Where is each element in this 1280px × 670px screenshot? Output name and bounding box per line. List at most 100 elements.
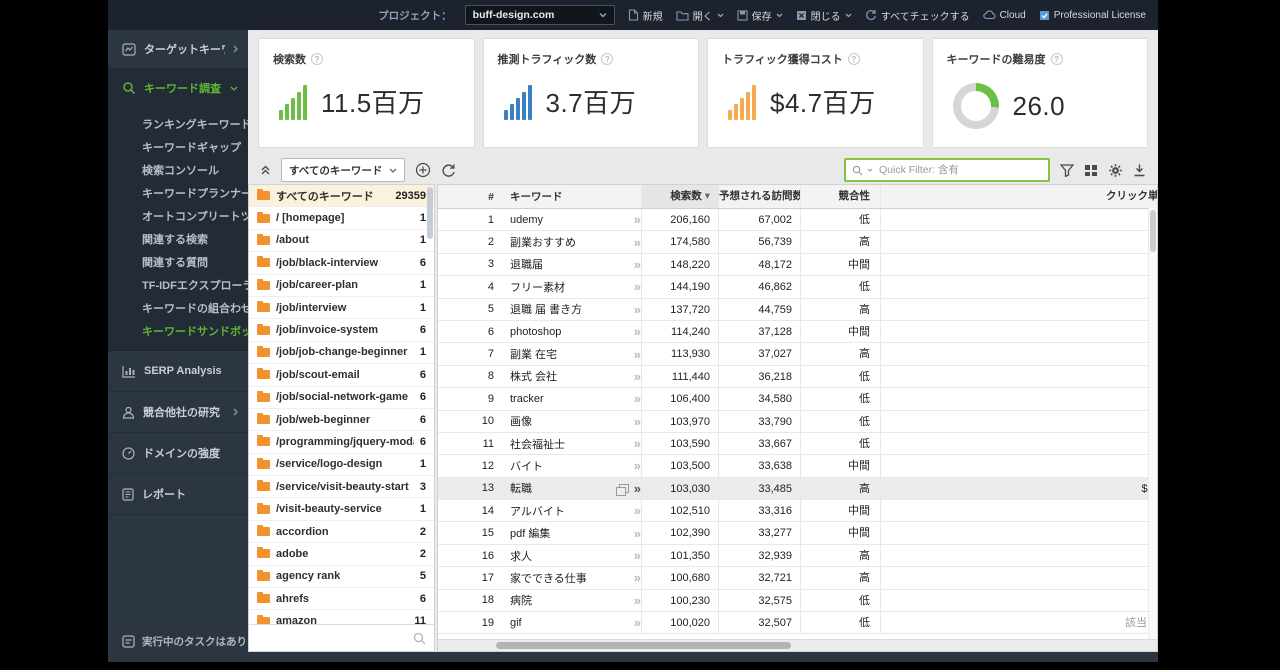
keyword-group-row[interactable]: /job/invoice-system 6: [249, 319, 434, 342]
expand-keyword-icon[interactable]: »: [634, 258, 641, 271]
keyword-group-row[interactable]: /job/career-plan 1: [249, 275, 434, 297]
expand-keyword-icon[interactable]: »: [634, 482, 641, 495]
groups-scrollbar-thumb[interactable]: [427, 187, 433, 239]
keyword-group-row[interactable]: / [homepage] 1: [249, 207, 434, 230]
expand-keyword-icon[interactable]: »: [634, 594, 641, 607]
table-row[interactable]: 5 退職 届 書き方 » 137,720 44,759 高: [438, 298, 1157, 321]
table-row[interactable]: 7 副業 在宅 » 113,930 37,027 高: [438, 343, 1157, 366]
chevron-down-icon[interactable]: [717, 13, 724, 18]
column-header-cpc[interactable]: クリック単価: [880, 185, 1157, 208]
expand-keyword-icon[interactable]: »: [634, 437, 641, 450]
expand-keyword-icon[interactable]: »: [634, 527, 641, 540]
table-row[interactable]: 19 gif » 100,020 32,507 低 該当: [438, 612, 1157, 635]
copy-icon[interactable]: [615, 483, 629, 496]
table-row[interactable]: 18 病院 » 100,230 32,575 低 $2: [438, 589, 1157, 613]
keyword-group-row[interactable]: amazon 11: [249, 610, 434, 624]
sidebar-subitem[interactable]: キーワードサンドボックス: [108, 319, 248, 342]
table-row[interactable]: 17 家でできる仕事 » 100,680 32,721 高: [438, 567, 1157, 590]
sidebar-subitem[interactable]: キーワードプランナー: [108, 181, 248, 204]
column-header-num[interactable]: #: [438, 191, 506, 203]
keyword-group-row[interactable]: /programming/jquery-modal 6: [249, 431, 434, 454]
keyword-group-row[interactable]: adobe 2: [249, 543, 434, 566]
table-row[interactable]: 11 社会福祉士 » 103,590 33,667 低: [438, 432, 1157, 456]
keyword-group-row[interactable]: /job/scout-email 6: [249, 364, 434, 387]
keyword-group-row[interactable]: /job/black-interview 6: [249, 252, 434, 275]
settings-gear-icon[interactable]: [1108, 163, 1123, 178]
sidebar-subitem[interactable]: キーワードの組合わせ: [108, 296, 248, 319]
quick-filter-box[interactable]: [844, 158, 1050, 182]
sidebar-item-target-keywords[interactable]: ターゲットキーワード: [108, 30, 248, 69]
horizontal-scrollbar[interactable]: [438, 639, 1157, 651]
help-icon[interactable]: ?: [601, 53, 614, 65]
expand-keyword-icon[interactable]: »: [634, 348, 641, 361]
table-row[interactable]: 4 フリー素材 » 144,190 46,862 低: [438, 276, 1157, 299]
table-row[interactable]: 8 株式 会社 » 111,440 36,218 低: [438, 365, 1157, 389]
sidebar-subitem[interactable]: 関連する検索: [108, 227, 248, 250]
expand-keyword-icon[interactable]: »: [634, 236, 641, 249]
project-select[interactable]: buff-design.com: [464, 5, 615, 25]
sidebar-subitem[interactable]: キーワードギャップ: [108, 135, 248, 158]
keyword-group-row[interactable]: /service/visit-beauty-start 3: [249, 476, 434, 499]
sidebar-subitem[interactable]: オートコンプリートツール: [108, 204, 248, 227]
column-header-volume[interactable]: 検索数 ▾: [641, 185, 718, 208]
keyword-group-row[interactable]: ahrefs 6: [249, 588, 434, 611]
expand-keyword-icon[interactable]: »: [634, 549, 641, 562]
table-row[interactable]: 13 転職 » 103,030 33,485 高 $2: [438, 477, 1157, 501]
table-row[interactable]: 3 退職届 » 148,220 48,172 中間 $: [438, 253, 1157, 277]
expand-keyword-icon[interactable]: »: [634, 571, 641, 584]
sidebar-item-keyword-research[interactable]: キーワード調査: [108, 69, 248, 108]
sidebar-item-competitors[interactable]: 競合他社の研究: [108, 392, 248, 433]
expand-keyword-icon[interactable]: »: [634, 325, 641, 338]
sidebar-item-serp-analysis[interactable]: SERP Analysis: [108, 351, 248, 392]
sidebar-item-domain-strength[interactable]: ドメインの強度: [108, 433, 248, 474]
add-keywords-button[interactable]: [415, 162, 431, 178]
quick-filter-input[interactable]: [877, 163, 1042, 177]
keyword-group-row[interactable]: /service/logo-design 1: [249, 454, 434, 477]
chevron-down-icon[interactable]: [776, 13, 783, 18]
column-header-competition[interactable]: 競合性: [800, 185, 880, 208]
keyword-group-row[interactable]: agency rank 5: [249, 566, 434, 589]
expand-keyword-icon[interactable]: »: [634, 392, 641, 405]
column-header-keyword[interactable]: キーワード: [506, 189, 641, 204]
expand-keyword-icon[interactable]: »: [634, 415, 641, 428]
columns-layout-icon[interactable]: [1084, 164, 1098, 177]
refresh-button[interactable]: [441, 163, 456, 178]
expand-keyword-icon[interactable]: »: [634, 616, 641, 629]
sidebar-subitem[interactable]: TF-IDFエクスプローラー: [108, 273, 248, 296]
download-icon[interactable]: [1133, 163, 1146, 177]
cloud-button[interactable]: Cloud: [982, 10, 1026, 21]
keyword-group-row[interactable]: accordion 2: [249, 521, 434, 544]
help-icon[interactable]: ?: [1050, 53, 1063, 65]
sidebar-subitem[interactable]: 関連する質問: [108, 250, 248, 273]
table-row[interactable]: 14 アルバイト » 102,510 33,316 中間: [438, 500, 1157, 523]
group-search-box[interactable]: [249, 624, 434, 651]
table-row[interactable]: 16 求人 » 101,350 32,939 高 $6: [438, 544, 1157, 568]
expand-keyword-icon[interactable]: »: [634, 280, 641, 293]
keyword-group-row[interactable]: /visit-beauty-service 1: [249, 498, 434, 521]
help-icon[interactable]: ?: [311, 53, 323, 65]
table-row[interactable]: 12 バイト » 103,500 33,638 中間: [438, 455, 1157, 478]
keyword-group-row[interactable]: /job/web-beginner 6: [249, 409, 434, 432]
sidebar-subitem[interactable]: 検索コンソール: [108, 158, 248, 181]
save-project-button[interactable]: 保存: [737, 8, 783, 23]
close-project-button[interactable]: 閉じる: [796, 8, 852, 23]
table-row[interactable]: 15 pdf 編集 » 102,390 33,277 中間: [438, 522, 1157, 545]
table-row[interactable]: 10 画像 » 103,970 33,790 低 $4: [438, 410, 1157, 433]
table-row[interactable]: 6 photoshop » 114,240 37,128 中間: [438, 320, 1157, 344]
vertical-scrollbar-thumb[interactable]: [1150, 210, 1156, 252]
horizontal-scrollbar-thumb[interactable]: [496, 642, 791, 649]
chevron-down-icon[interactable]: [845, 13, 852, 18]
sidebar-subitem[interactable]: ランキングキーワード: [108, 112, 248, 135]
expand-keyword-icon[interactable]: »: [634, 459, 641, 472]
new-project-button[interactable]: 新規: [628, 8, 663, 23]
keyword-group-row[interactable]: /job/interview 1: [249, 297, 434, 320]
collapse-panel-icon[interactable]: [260, 164, 271, 176]
keyword-group-row[interactable]: すべてのキーワード 29359: [249, 185, 434, 208]
open-project-button[interactable]: 開く: [676, 8, 724, 23]
chevron-down-icon[interactable]: [867, 168, 873, 172]
license-button[interactable]: Professional License: [1039, 10, 1146, 21]
column-header-visits[interactable]: 予想される訪問数: [718, 185, 800, 208]
table-row[interactable]: 1 udemy » 206,160 67,002 低: [438, 209, 1157, 232]
running-tasks-status[interactable]: 実行中のタスクはありま: [108, 626, 248, 656]
help-icon[interactable]: ?: [847, 53, 860, 65]
